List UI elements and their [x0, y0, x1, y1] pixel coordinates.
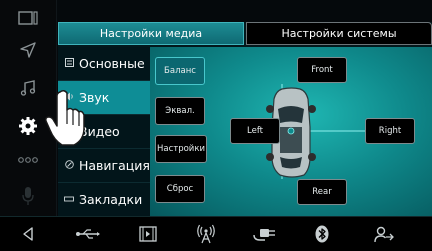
back-icon[interactable]: [0, 217, 56, 251]
left-balance-button[interactable]: Left: [230, 118, 280, 144]
equalizer-button[interactable]: Эквал.: [155, 97, 205, 125]
sound-settings-button-label: Настройки: [156, 144, 205, 154]
balance-button-label: Баланс: [164, 66, 196, 76]
menu-item-label: Основные: [79, 56, 145, 71]
menu-item-bookmarks[interactable]: Закладки: [58, 183, 150, 217]
aux-plug-icon[interactable]: [242, 217, 286, 251]
tab-system-label: Настройки системы: [281, 27, 397, 40]
menu-item-label: Закладки: [79, 192, 143, 207]
tab-system-settings[interactable]: Настройки системы: [246, 22, 432, 45]
bluetooth-icon[interactable]: [300, 217, 344, 251]
antenna-icon[interactable]: [184, 217, 228, 251]
equalizer-button-label: Эквал.: [165, 106, 195, 116]
more-icon[interactable]: [0, 146, 56, 174]
bookmark-icon: [62, 195, 76, 205]
touch-hand-icon: [45, 89, 85, 146]
rear-balance-button[interactable]: Rear: [297, 179, 347, 205]
menu-item-navigation[interactable]: Навигация: [58, 149, 150, 183]
video-player-icon[interactable]: [126, 217, 170, 251]
usb-icon[interactable]: [66, 217, 110, 251]
window-icon[interactable]: [0, 4, 56, 32]
left-label: Left: [247, 126, 263, 136]
phone-link-icon[interactable]: [362, 217, 406, 251]
right-label: Right: [378, 126, 402, 136]
bottom-bar: [0, 216, 432, 251]
reset-button-label: Сброс: [166, 184, 194, 194]
reset-button[interactable]: Сброс: [155, 175, 205, 203]
rear-label: Rear: [312, 187, 332, 197]
menu-item-label: Навигация: [79, 158, 150, 173]
sound-panel: Баланс Эквал. Настройки Сброс Front Rear: [150, 47, 432, 216]
compass-icon: [62, 159, 76, 172]
menu-item-general[interactable]: Основные: [58, 47, 150, 81]
microphone-icon[interactable]: [0, 182, 56, 210]
sound-settings-button[interactable]: Настройки: [155, 135, 207, 163]
list-icon: [62, 57, 76, 70]
balance-button[interactable]: Баланс: [155, 57, 205, 85]
navigation-arrow-icon[interactable]: [0, 36, 56, 64]
tab-media-settings[interactable]: Настройки медиа: [58, 22, 244, 45]
right-balance-button[interactable]: Right: [365, 118, 415, 144]
front-balance-button[interactable]: Front: [297, 57, 347, 83]
tab-media-label: Настройки медиа: [99, 27, 203, 40]
front-label: Front: [311, 65, 333, 75]
